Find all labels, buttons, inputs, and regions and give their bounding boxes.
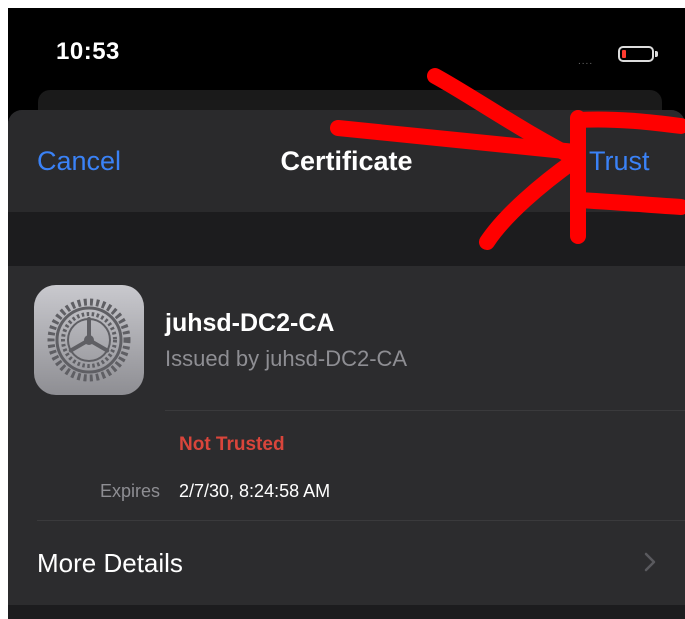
battery-icon — [618, 46, 658, 62]
expires-value: 2/7/30, 8:24:58 AM — [179, 481, 331, 501]
certificate-issuer: Issued by juhsd-DC2-CA — [165, 346, 408, 371]
bottom-band — [8, 605, 685, 619]
certificate-sheet: Cancel Certificate Trust juhsd-DC2-CA Is… — [8, 110, 685, 619]
more-details-label: More Details — [37, 548, 183, 578]
battery-level — [622, 50, 626, 58]
expires-label: Expires — [99, 481, 160, 501]
page-title: Certificate — [280, 146, 413, 176]
nav-bar: Cancel Certificate Trust — [8, 110, 685, 212]
certificate-name: juhsd-DC2-CA — [165, 309, 335, 337]
trust-button[interactable]: Trust — [589, 146, 650, 177]
more-details-row[interactable]: More Details — [8, 520, 685, 605]
phone-screen: 10:53 .... Cancel Certificate Trust juhs… — [8, 8, 685, 619]
certificate-details: juhsd-DC2-CA Issued by juhsd-DC2-CA Not … — [8, 266, 685, 605]
settings-gear-icon — [34, 285, 144, 395]
signal-icon: .... — [578, 56, 594, 67]
trust-status: Not Trusted — [179, 434, 285, 455]
status-bar: 10:53 .... — [8, 8, 685, 88]
section-gap — [8, 212, 685, 266]
status-time: 10:53 — [56, 38, 120, 65]
divider — [165, 410, 685, 411]
chevron-right-icon — [644, 552, 656, 572]
